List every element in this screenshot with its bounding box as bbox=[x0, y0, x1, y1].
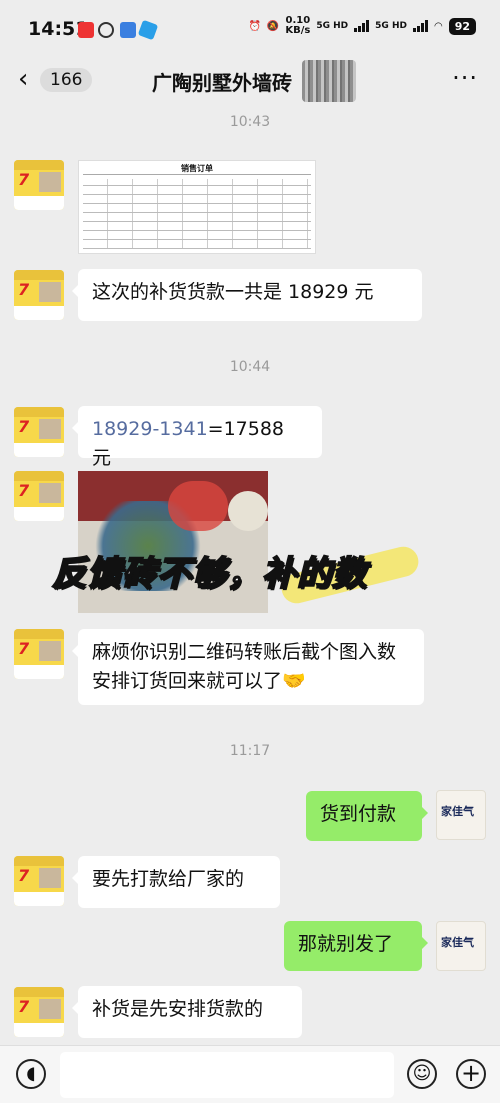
contact-avatar[interactable]: 7 bbox=[14, 471, 64, 521]
contact-avatar[interactable]: 7 bbox=[14, 160, 64, 210]
network-speed: 0.10 KB/s bbox=[285, 16, 310, 36]
message-input[interactable] bbox=[60, 1052, 394, 1098]
message-text: 要先打款给厂家的 bbox=[92, 868, 245, 890]
contact-avatar[interactable]: 7 bbox=[14, 856, 64, 906]
avatar-label: 家佳气 bbox=[441, 936, 474, 949]
app-notification-icon bbox=[78, 22, 94, 38]
contact-avatar[interactable]: 7 bbox=[14, 629, 64, 679]
message-bubble[interactable]: 这次的补货货款一共是 18929 元 bbox=[72, 269, 422, 321]
redacted-blur bbox=[302, 60, 356, 102]
contact-avatar[interactable]: 7 bbox=[14, 270, 64, 320]
status-bar: 14:51 ⏰ 🔕 0.10 KB/s 5G HD 5G HD ◠ 92 bbox=[0, 0, 500, 58]
input-bar: ◖ ☺ + bbox=[0, 1045, 500, 1103]
timestamp: 11:17 bbox=[229, 743, 271, 759]
message-text: 货到付款 bbox=[320, 803, 397, 825]
signal-icon bbox=[412, 20, 428, 32]
avatar-label: 家佳气 bbox=[441, 805, 474, 818]
message-text: 补货是先安排货款的 bbox=[92, 998, 264, 1020]
network-label-1: 5G HD bbox=[316, 21, 349, 31]
overlay-caption: 反馈砖不够，补的数 bbox=[51, 553, 367, 595]
mute-icon: 🔕 bbox=[266, 20, 280, 32]
avatar-label: 7 bbox=[18, 170, 30, 189]
message-bubble[interactable]: 18929-1341=17588 元 bbox=[72, 406, 322, 469]
network-label-2: 5G HD bbox=[375, 21, 407, 31]
message-bubble[interactable]: 要先打款给厂家的 bbox=[72, 856, 280, 908]
battery-icon: 92 bbox=[448, 17, 476, 35]
message-bubble[interactable]: 那就别发了 bbox=[284, 921, 428, 971]
order-image[interactable]: 销售订单 bbox=[78, 160, 316, 254]
message-text: 这次的补货货款一共是 18929 元 bbox=[92, 281, 374, 303]
timestamp: 10:44 bbox=[229, 359, 271, 375]
alarm-icon: ⏰ bbox=[248, 20, 261, 32]
order-image-title: 销售订单 bbox=[181, 164, 213, 173]
message-bubble[interactable]: 货到付款 bbox=[306, 791, 428, 841]
sync-icon bbox=[98, 22, 114, 38]
phone-link[interactable]: 18929-1341 bbox=[92, 418, 208, 440]
my-avatar[interactable]: 家佳气 bbox=[436, 790, 486, 840]
timestamp: 10:43 bbox=[229, 114, 271, 130]
contact-avatar[interactable]: 7 bbox=[14, 407, 64, 457]
voice-icon[interactable]: ◖ bbox=[16, 1059, 46, 1089]
unread-count-badge[interactable]: 166 bbox=[40, 68, 93, 92]
chat-header: ‹ 166 广陶别墅外墙砖 ··· bbox=[0, 58, 500, 104]
wifi-icon: ◠ bbox=[433, 20, 443, 32]
app-notification-icon bbox=[120, 22, 136, 38]
chat-title: 广陶别墅外墙砖 bbox=[152, 71, 292, 95]
more-options-icon[interactable]: ··· bbox=[452, 64, 478, 92]
speed-unit: KB/s bbox=[285, 25, 311, 36]
contact-avatar[interactable]: 7 bbox=[14, 987, 64, 1037]
message-bubble[interactable]: 麻烦你识别二维码转账后截个图入数安排订货回来就可以了🤝 bbox=[72, 629, 424, 705]
my-avatar[interactable]: 家佳气 bbox=[436, 921, 486, 971]
emoji-icon[interactable]: ☺ bbox=[407, 1059, 437, 1089]
back-arrow-icon[interactable]: ‹ bbox=[18, 66, 40, 92]
message-text: 麻烦你识别二维码转账后截个图入数安排订货回来就可以了🤝 bbox=[92, 641, 397, 692]
message-bubble[interactable]: 补货是先安排货款的 bbox=[72, 986, 302, 1038]
signal-icon bbox=[354, 20, 370, 32]
plus-icon[interactable]: + bbox=[456, 1059, 486, 1089]
status-right: ⏰ 🔕 0.10 KB/s 5G HD 5G HD ◠ 92 bbox=[248, 16, 476, 36]
send-icon bbox=[137, 19, 159, 41]
message-text: 那就别发了 bbox=[298, 933, 394, 955]
